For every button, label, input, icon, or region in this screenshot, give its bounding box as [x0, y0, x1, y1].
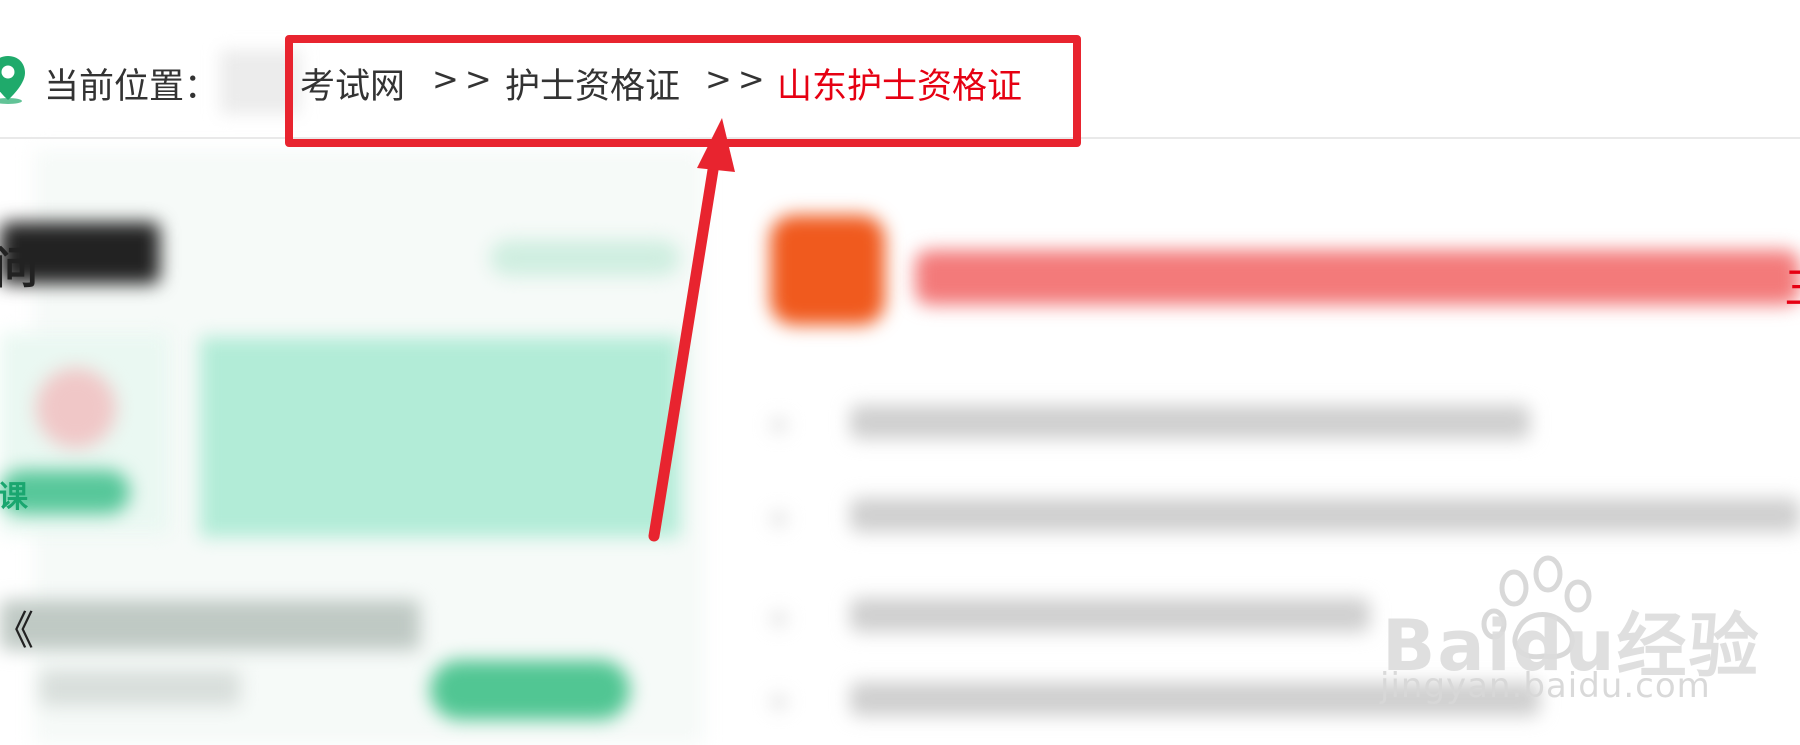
watermark-url: jingyan.baidu.com	[1380, 666, 1711, 706]
